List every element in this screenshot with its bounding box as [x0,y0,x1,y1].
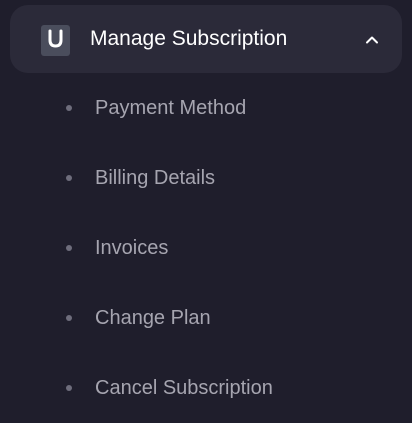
bullet-icon [66,385,72,391]
chevron-up-icon[interactable] [364,33,380,45]
submenu-item-label: Billing Details [95,167,216,189]
submenu-item-change-plan[interactable]: Change Plan [0,283,412,353]
submenu-item-invoices[interactable]: Invoices [0,213,412,283]
subscription-submenu: Payment Method Billing Details Invoices … [0,73,412,423]
bullet-icon [66,105,72,111]
bullet-icon [66,315,72,321]
submenu-item-label: Invoices [95,237,169,259]
bullet-icon [66,175,72,181]
bullet-icon [66,245,72,251]
submenu-item-label: Change Plan [95,307,211,329]
submenu-item-label: Payment Method [95,97,247,119]
submenu-item-label: Cancel Subscription [95,377,273,399]
menu-header-label: Manage Subscription [90,27,288,50]
subscription-u-icon [41,25,70,56]
submenu-item-billing-details[interactable]: Billing Details [0,143,412,213]
manage-subscription-menu-toggle[interactable]: Manage Subscription [10,5,402,73]
submenu-item-cancel-subscription[interactable]: Cancel Subscription [0,353,412,423]
submenu-item-payment-method[interactable]: Payment Method [0,73,412,143]
